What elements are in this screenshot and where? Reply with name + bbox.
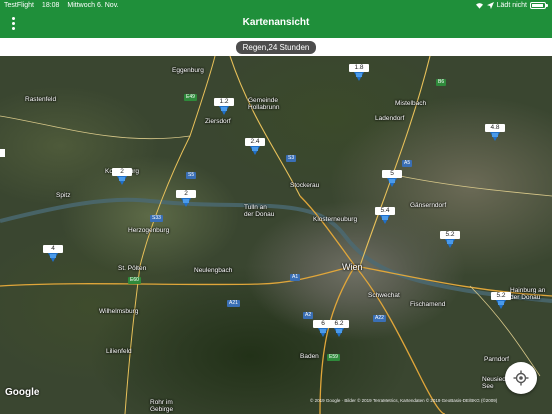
place-label: Rohr im Gebirge (150, 399, 174, 413)
place-label: Ziersdorf (205, 118, 231, 125)
google-logo: Google (5, 387, 40, 398)
battery-icon (530, 2, 548, 9)
place-label: Eggenburg (172, 67, 204, 74)
rain-marker[interactable]: 2 (176, 190, 196, 207)
map-pin-icon (387, 178, 397, 187)
place-label: Rastenfeld (25, 96, 57, 103)
app-header: TestFlight 18:08 Mittwoch 6. Nov. Lädt n… (0, 0, 552, 38)
map-pin-icon (496, 300, 506, 309)
place-label: Hainburg an der Donau (510, 287, 546, 301)
rain-marker[interactable]: 5.2 (440, 231, 460, 248)
rain-marker[interactable]: 2.4 (245, 138, 265, 155)
place-label: Lilienfeld (106, 348, 132, 355)
rain-value: 1.8 (349, 64, 369, 72)
place-label: Herzogenburg (128, 227, 170, 234)
rain-value: 1.2 (214, 98, 234, 106)
map-pin-icon (380, 215, 390, 224)
road-shield: S5 (186, 172, 197, 179)
place-label: Gänserndorf (410, 202, 447, 209)
road-shield: A2 (303, 312, 314, 319)
place-label: Gemeinde Hollabrunn (248, 97, 280, 111)
road-shield: E59 (327, 354, 340, 361)
status-bar: TestFlight 18:08 Mittwoch 6. Nov. Lädt n… (0, 0, 552, 12)
rain-marker[interactable]: 4.8 (485, 124, 505, 141)
road-shield: E60 (128, 277, 141, 284)
road-shield: B6 (436, 79, 447, 86)
edge-marker[interactable] (0, 149, 5, 157)
rain-marker[interactable]: 5.4 (375, 207, 395, 224)
rain-value: 5 (382, 170, 402, 178)
map-pin-icon (48, 253, 58, 262)
place-label: Baden (300, 353, 319, 360)
rain-marker[interactable]: 6.2 (329, 320, 349, 337)
road-shield: A5 (402, 160, 413, 167)
rain-marker[interactable]: 5.2 (491, 292, 511, 309)
map-pin-icon (334, 328, 344, 337)
map-pin-icon (250, 146, 260, 155)
road-shield: S33 (150, 215, 163, 222)
rain-value: 4.8 (485, 124, 505, 132)
rain-marker[interactable]: 1.8 (349, 64, 369, 81)
map-pin-icon (318, 328, 328, 337)
rain-marker[interactable]: 4 (43, 245, 63, 262)
rain-marker[interactable]: 2 (112, 168, 132, 185)
charging-status: Lädt nicht (496, 2, 527, 9)
rain-value: 4 (43, 245, 63, 253)
place-label: Fischamend (410, 301, 446, 308)
rain-value: 2.4 (245, 138, 265, 146)
road-shield: E49 (184, 94, 197, 101)
map-pin-icon (445, 239, 455, 248)
place-label: Neulengbach (194, 267, 233, 274)
place-label: Tulln an der Donau (244, 204, 275, 218)
place-label: Schwechat (368, 292, 400, 299)
map-pin-icon (354, 72, 364, 81)
place-label: Parndorf (484, 356, 509, 363)
wifi-icon (475, 3, 483, 9)
road-shield: S3 (286, 155, 297, 162)
rain-marker[interactable]: 5 (382, 170, 402, 187)
road-shield: A22 (373, 315, 386, 322)
road-shield: A1 (290, 274, 301, 281)
place-label: Stockerau (290, 182, 320, 189)
place-label: Wilhelmsburg (99, 308, 139, 315)
map-view[interactable]: Eggenburg Gemeinde Hollabrunn Mistelbach… (0, 56, 552, 414)
rain-value: 5.2 (440, 231, 460, 239)
rain-value: 2 (112, 168, 132, 176)
rain-value: 5.2 (491, 292, 511, 300)
status-date: Mittwoch 6. Nov. (67, 2, 119, 9)
location-arrow-icon (486, 2, 494, 9)
rain-value: 5.4 (375, 207, 395, 215)
status-app: TestFlight (4, 2, 34, 9)
locate-button[interactable] (505, 362, 537, 394)
place-label: Spitz (56, 192, 71, 199)
place-label: St. Pölten (118, 265, 147, 272)
map-pin-icon (117, 176, 127, 185)
locate-crosshair-icon (513, 370, 529, 386)
map-pin-icon (219, 106, 229, 115)
place-label: Klosterneuburg (313, 216, 358, 223)
road-shield: A21 (227, 300, 240, 307)
map-pin-icon (181, 198, 191, 207)
rain-marker[interactable]: 1.2 (214, 98, 234, 115)
filter-chip[interactable]: Regen,24 Stunden (236, 41, 316, 54)
rain-value: 2 (176, 190, 196, 198)
status-time: 18:08 (41, 2, 60, 9)
page-title: Kartenansicht (242, 17, 310, 28)
place-label: Ladendorf (375, 115, 405, 122)
place-label: Mistelbach (395, 100, 427, 107)
map-pin-icon (490, 132, 500, 141)
rain-value: 6.2 (329, 320, 349, 328)
map-attribution[interactable]: © 2019 Google · Bilder © 2019 TerraMetri… (310, 398, 497, 403)
place-label: Wien (342, 262, 363, 272)
